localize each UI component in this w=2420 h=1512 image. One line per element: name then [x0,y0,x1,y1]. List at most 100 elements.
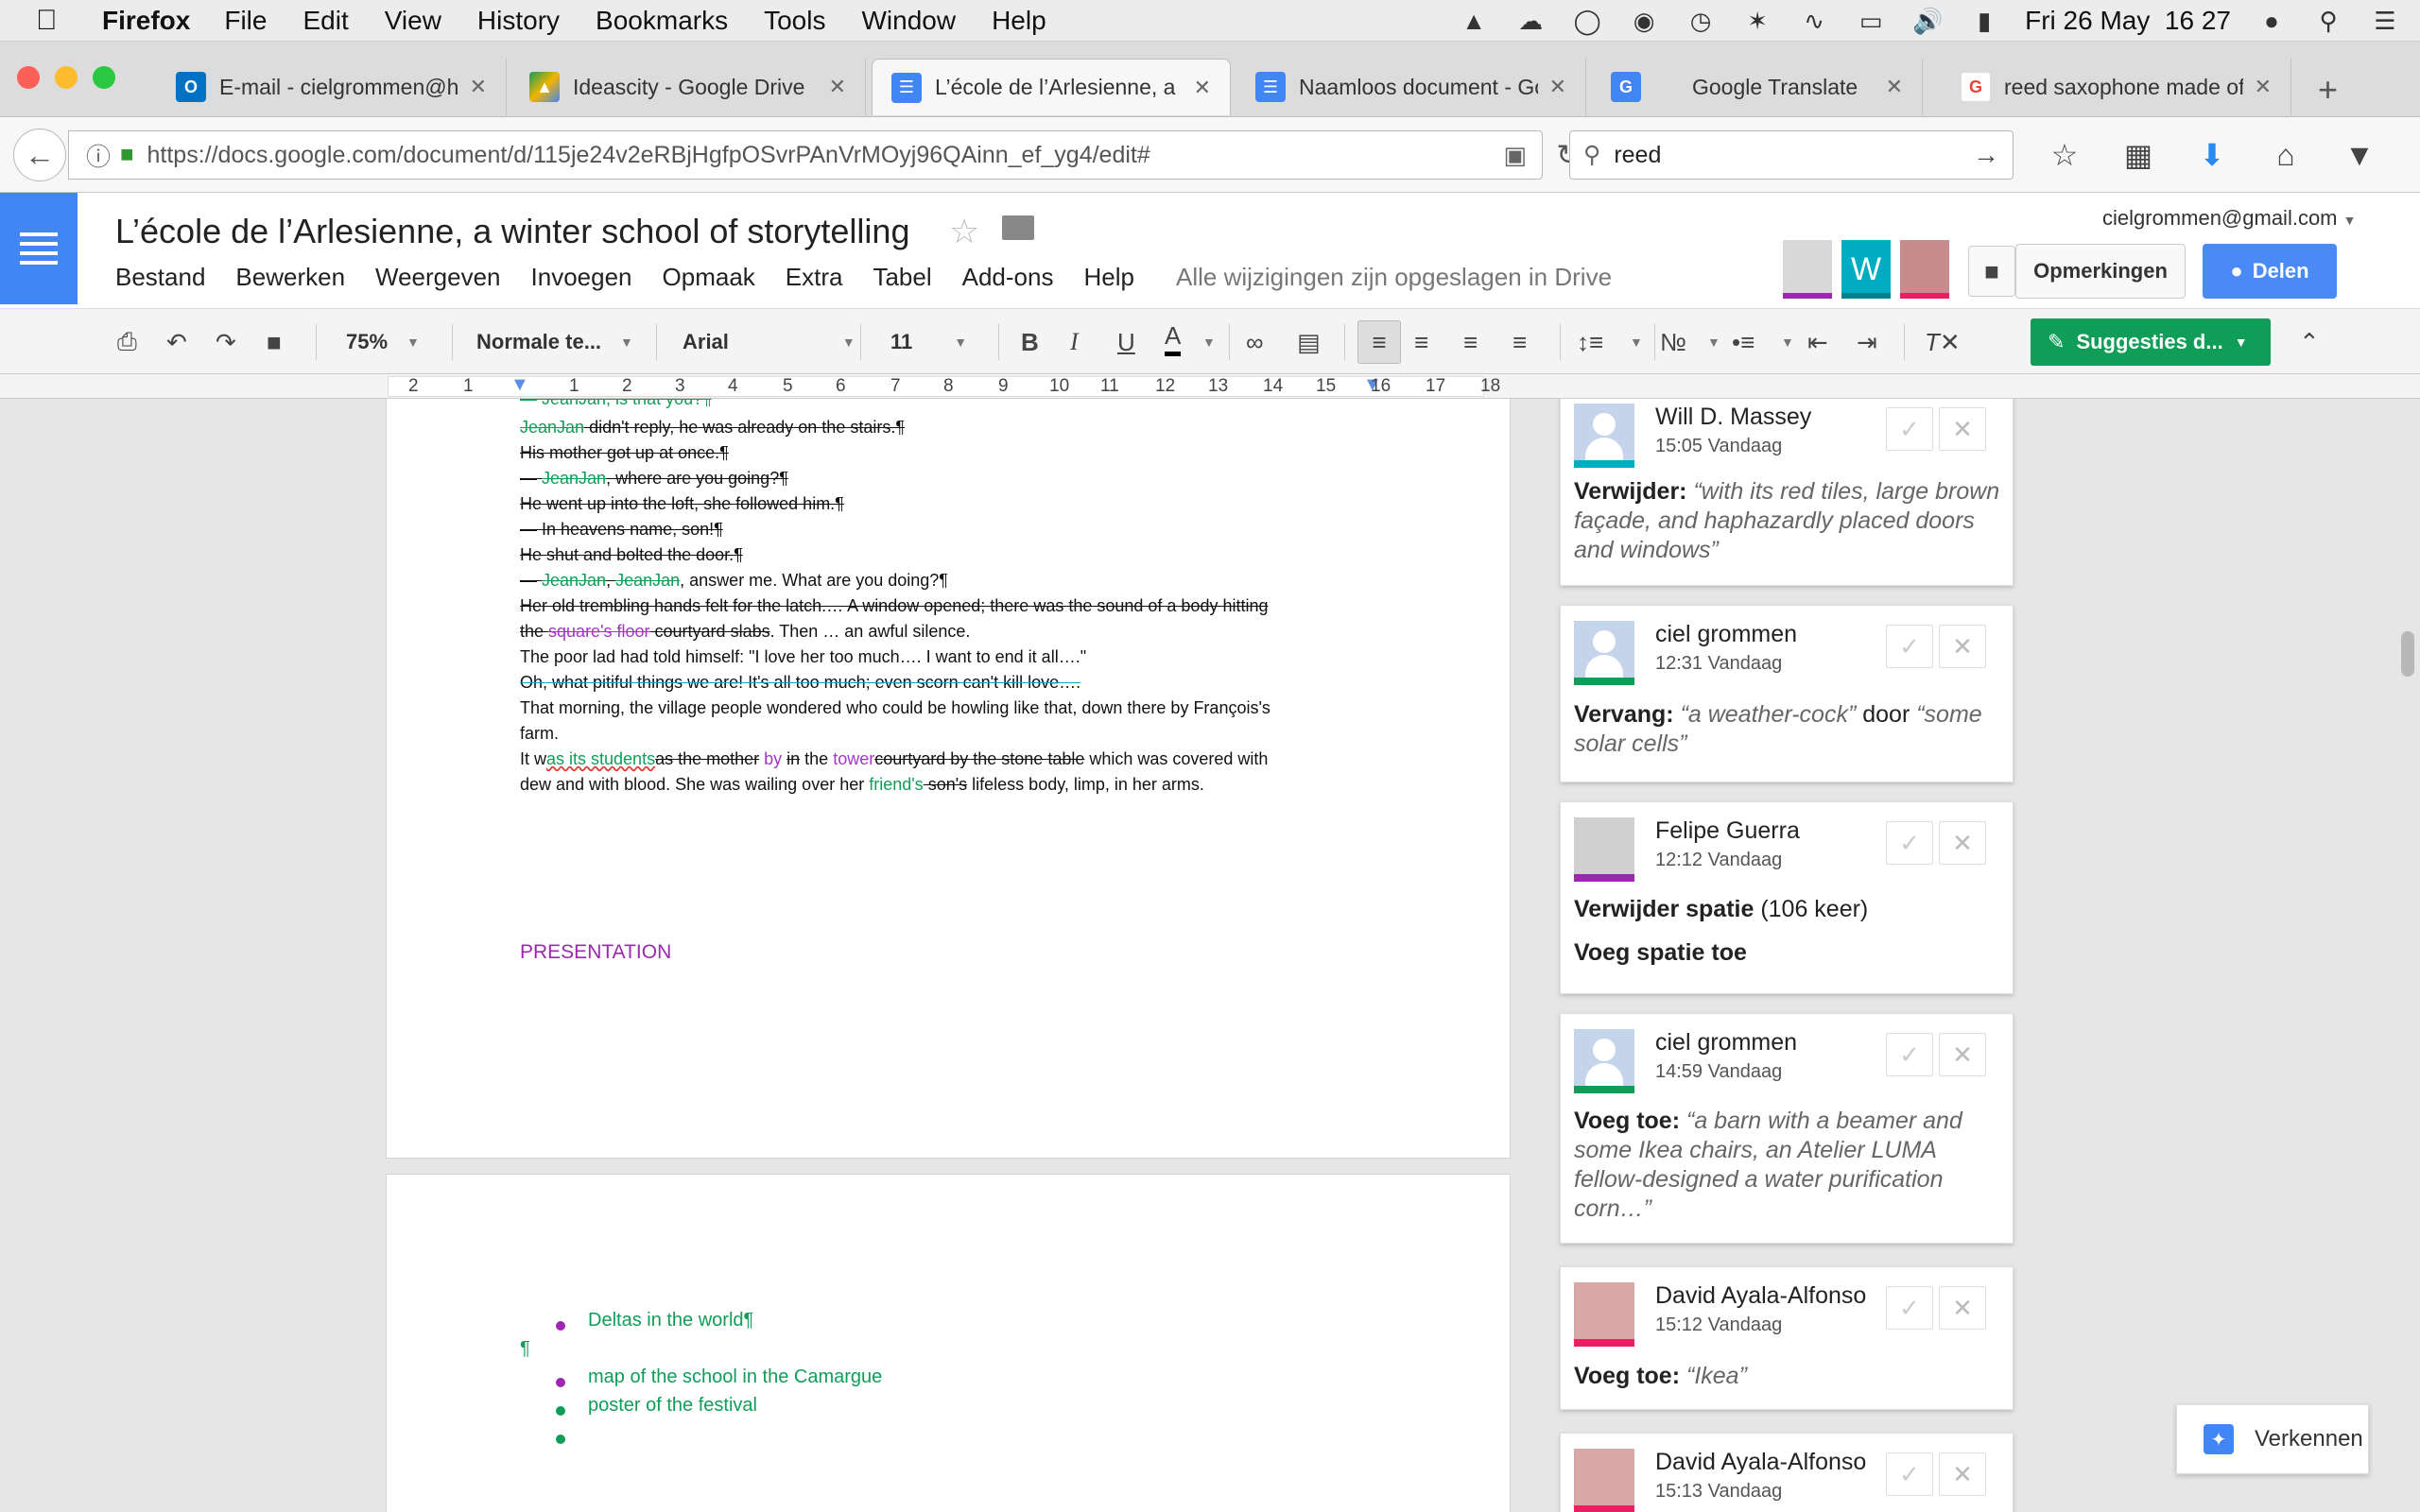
suggested-deletion[interactable]: in [786,749,800,768]
redo-icon[interactable]: ↷ [216,320,236,364]
doc-paragraph[interactable]: — JeanJan, is that you?¶ [520,399,712,409]
drive-sync-icon[interactable]: ▲ [1458,7,1490,35]
search-input[interactable]: ⚲ reed → [1569,130,2014,180]
suggested-deletion[interactable]: son's [924,775,967,794]
tab-google-translate[interactable]: G Google Translate ✕ [1592,59,1923,115]
app-name[interactable]: Firefox [102,6,190,36]
doc-paragraph[interactable]: — JeanJan, where are you going?¶ [520,469,788,489]
address-bar[interactable]: ⓘ ■ https://docs.google.com/document/d/1… [68,130,1543,180]
scrollbar-thumb[interactable] [2401,631,2414,677]
accept-suggestion-button[interactable]: ✓ [1886,407,1933,451]
font-select[interactable]: Arial ▼ [683,320,856,364]
bookmarks-list-icon[interactable]: ▦ [2116,132,2161,178]
suggested-deletion[interactable]: JeanJan [615,571,680,590]
suggested-deletion[interactable]: — JeanJan, is that you?¶ [520,399,712,408]
ruler[interactable]: 2 1 ▼ 1 2 3 4 5 6 7 8 9 10 11 12 13 14 1… [0,374,2420,399]
menu-invoegen[interactable]: Invoegen [531,263,632,292]
reject-suggestion-button[interactable]: ✕ [1939,1033,1986,1076]
menu-extra[interactable]: Extra [786,263,843,292]
clear-formatting-icon[interactable]: T✕ [1925,320,1961,364]
doc-paragraph[interactable]: He shut and bolted the door.¶ [520,545,743,565]
maximize-window-button[interactable] [93,66,115,89]
doc-paragraph[interactable]: the square's floor courtyard slabs. Then… [520,622,970,642]
menu-tools[interactable]: Tools [764,6,825,36]
doc-paragraph[interactable]: — JeanJan, JeanJan, answer me. What are … [520,571,948,591]
comment-icon[interactable]: ▤ [1297,320,1321,364]
suggestion-card[interactable]: Felipe Guerra 12:12 Vandaag ✓ ✕ Verwijde… [1560,801,2014,994]
justify-button[interactable]: ≡ [1512,320,1527,364]
comments-button[interactable]: Opmerkingen [2015,244,2186,299]
undo-icon[interactable]: ↶ [166,320,187,364]
menu-bestand[interactable]: Bestand [115,263,205,292]
document-page[interactable] [386,1174,1511,1512]
suggested-insertion[interactable]: tower [833,749,874,768]
avatar[interactable] [1900,240,1949,299]
align-right-button[interactable]: ≡ [1463,320,1478,364]
menu-edit[interactable]: Edit [302,6,348,36]
suggestion-card[interactable]: Will D. Massey 15:05 Vandaag ✓ ✕ Verwijd… [1560,399,2014,586]
doc-paragraph[interactable]: He went up into the loft, she followed h… [520,494,844,514]
save-status[interactable]: Alle wijzigingen zijn opgeslagen in Driv… [1176,263,1612,292]
suggested-insertion[interactable]: by [759,749,786,768]
airplay-icon[interactable]: ▭ [1855,7,1887,35]
list-item[interactable]: map of the school in the Camargue [588,1366,882,1388]
suggestion-card[interactable]: ciel grommen 14:59 Vandaag ✓ ✕ Voeg toe:… [1560,1013,2014,1244]
wifi-icon[interactable]: ∿ [1798,7,1830,35]
download-icon[interactable]: ⬇ [2189,132,2235,178]
doc-title[interactable]: L’école de l’Arlesienne, a winter school… [115,212,909,251]
close-tab-icon[interactable]: ✕ [470,75,487,99]
close-tab-icon[interactable]: ✕ [1549,75,1566,99]
accept-suggestion-button[interactable]: ✓ [1886,821,1933,865]
user-icon[interactable]: ● [2256,7,2288,35]
close-tab-icon[interactable]: ✕ [829,75,846,99]
menu-bewerken[interactable]: Bewerken [235,263,345,292]
paragraph-style-select[interactable]: Normale te... ▼ [476,320,633,364]
lock-icon[interactable]: ■ [120,142,134,168]
text-color-button[interactable]: A [1165,320,1182,356]
menu-history[interactable]: History [477,6,560,36]
time-machine-icon[interactable]: ◷ [1685,7,1717,35]
docs-home-icon[interactable] [0,193,78,304]
zoom-select[interactable]: 75% ▼ [346,320,420,364]
suggestion-card[interactable]: David Ayala-Alfonso 15:13 Vandaag ✓ ✕ [1560,1433,2014,1512]
arrow-right-icon[interactable]: → [1973,140,1999,170]
close-tab-icon[interactable]: ✕ [1194,76,1211,100]
chevron-down-icon[interactable]: ▼ [1202,320,1216,364]
info-icon[interactable]: ⓘ [86,138,111,173]
accept-suggestion-button[interactable]: ✓ [1886,1286,1933,1330]
doc-paragraph[interactable]: His mother got up at once.¶ [520,443,729,463]
suggested-insertion[interactable]: friend's [869,775,923,794]
doc-paragraph[interactable]: The poor lad had told himself: "I love h… [520,647,1086,667]
chevron-down-icon[interactable]: ▼ [1707,320,1720,364]
doc-paragraph[interactable]: Oh, what pitiful things we are! It's all… [520,673,1080,693]
volume-icon[interactable]: 🔊 [1911,7,1944,35]
tab-ideascity[interactable]: ▲ Ideascity - Google Drive ✕ [510,59,866,115]
chat-button[interactable]: ■ [1968,246,2015,297]
search-value[interactable]: reed [1614,142,1661,169]
creative-cloud-icon[interactable]: ◯ [1571,7,1603,35]
suggested-deletion[interactable]: as the mother [655,749,759,768]
collapse-toolbar-icon[interactable]: ⌃ [2299,320,2320,364]
share-button[interactable]: ● Delen [2203,244,2337,299]
new-tab-icon[interactable]: + [2318,70,2338,110]
menu-file[interactable]: File [224,6,267,36]
apple-icon[interactable]:  [36,5,74,37]
helmet-icon[interactable]: ◉ [1628,7,1660,35]
accept-suggestion-button[interactable]: ✓ [1886,1033,1933,1076]
url-text[interactable]: https://docs.google.com/document/d/115je… [147,142,1150,169]
menu-window[interactable]: Window [861,6,956,36]
reject-suggestion-button[interactable]: ✕ [1939,625,1986,668]
suggested-deletion[interactable]: courtyard by the stone table [874,749,1084,768]
bulleted-list-icon[interactable]: •≡ [1732,320,1754,364]
suggested-deletion[interactable]: didn't reply, he was already on the stai… [584,418,905,437]
clock[interactable]: Fri 26 May 16 27 [2025,6,2231,36]
suggestion-card[interactable]: David Ayala-Alfonso 15:12 Vandaag ✓ ✕ Vo… [1560,1266,2014,1410]
reject-suggestion-button[interactable]: ✕ [1939,1452,1986,1496]
accept-suggestion-button[interactable]: ✓ [1886,1452,1933,1496]
tab-naamloos[interactable]: ☰ Naamloos document - Go ✕ [1236,59,1586,115]
explore-button[interactable]: ✦ Verkennen [2176,1404,2369,1474]
doc-paragraph[interactable]: It was its studentsas the mother by in t… [520,749,1268,769]
italic-button[interactable]: I [1070,320,1079,364]
chevron-down-icon[interactable]: ▼ [1630,320,1643,364]
tab-reed-search[interactable]: G reed saxophone made of ✕ [1942,59,2291,115]
